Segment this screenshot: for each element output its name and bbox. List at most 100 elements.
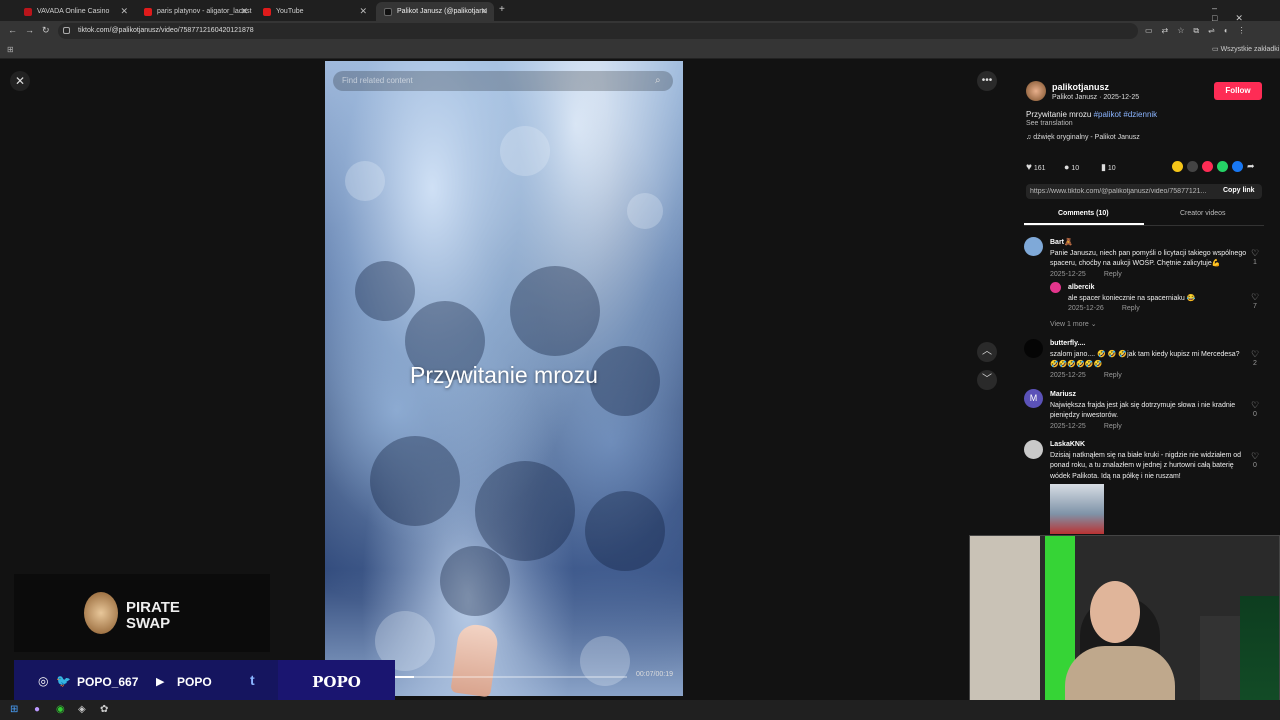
cabinet (1200, 616, 1240, 712)
post-hashtags[interactable]: #palikot #dziennik (1094, 110, 1158, 119)
site-info-icon[interactable] (63, 27, 70, 34)
close-tab-icon[interactable]: ✕ (480, 6, 488, 17)
heart-icon: ♥ (1026, 162, 1032, 173)
twitter-handle: POPO_667 (77, 675, 139, 689)
app-icon[interactable]: ✿ (100, 704, 108, 715)
sound-link[interactable]: ♫ dźwięk oryginalny - Palikot Janusz (1026, 134, 1140, 141)
nav-buttons[interactable]: ←→↻ (8, 25, 58, 36)
youtube-favicon-icon (263, 7, 271, 16)
close-tab-icon[interactable]: ✕ (120, 6, 128, 17)
more-options-icon[interactable]: ••• (977, 71, 997, 91)
reply-link[interactable]: Reply (1104, 423, 1122, 430)
share-arrow-icon[interactable]: ➦ (1247, 161, 1255, 172)
comment-like[interactable]: ♡ 2 (1248, 349, 1262, 367)
comment-text: szalom jano.... 🤣 🤣 🤣jak tam kiedy kupis… (1050, 350, 1240, 369)
send-icon[interactable] (1202, 161, 1213, 172)
comment-like-count: 7 (1253, 303, 1257, 310)
reply-item: albercik ale spacer koniecznie na spacer… (1068, 283, 1248, 315)
share-icons: ➦ (1172, 161, 1255, 172)
tab-vavada[interactable]: VAVADA Online Casino ✕ (16, 2, 134, 21)
search-icon[interactable]: ⌕ (655, 75, 661, 86)
comment-image[interactable] (1050, 484, 1104, 534)
reply-link[interactable]: Reply (1104, 372, 1122, 379)
comment-stat[interactable]: ● 10 (1064, 162, 1079, 172)
video-caption-overlay: Przywitanie mrozu (410, 362, 598, 388)
close-tab-icon[interactable]: ✕ (359, 6, 367, 17)
see-translation[interactable]: See translation (1026, 120, 1073, 127)
tab-creator-videos[interactable]: Creator videos (1180, 210, 1226, 217)
address-bar[interactable]: tiktok.com/@palikotjanusz/video/75877121… (58, 23, 1138, 39)
apps-icon[interactable]: ⊞ (7, 45, 14, 54)
comment-meta: 2025-12-25 Reply (1050, 270, 1250, 281)
taskbar: ⊞ ● ◉ ◈ ✿ (0, 700, 1280, 720)
tab-label: paris platynov - aligator_lacost (157, 8, 252, 15)
comment-item: Mariusz Największa frajda jest jak się d… (1050, 390, 1250, 432)
chevron-down-icon[interactable]: ﹀ (977, 370, 997, 390)
app-icon[interactable]: ● (34, 704, 40, 715)
reply-link[interactable]: Reply (1104, 271, 1122, 278)
comment-like[interactable]: ♡ 7 (1248, 292, 1262, 310)
comment-like[interactable]: ♡ 1 (1248, 248, 1262, 266)
extensions-icons[interactable]: ▭⇄☆⧉⇌◐⋮ (1145, 26, 1255, 36)
commenter-avatar[interactable] (1024, 440, 1043, 459)
chrome-icon[interactable]: ◉ (56, 704, 65, 715)
save-stat[interactable]: ▮ 10 (1101, 162, 1116, 173)
comment-user[interactable]: butterfly.... (1050, 339, 1250, 350)
close-icon[interactable]: ✕ (10, 71, 30, 91)
reply-link[interactable]: Reply (1122, 305, 1140, 312)
tab-comments[interactable]: Comments (10) (1058, 210, 1109, 217)
author-handle[interactable]: palikotjanusz (1052, 82, 1109, 92)
casino-favicon-icon (24, 7, 32, 16)
comment-icon: ● (1064, 162, 1070, 172)
post-caption: Przywitanie mrozu (1026, 110, 1094, 119)
facebook-icon[interactable] (1232, 161, 1243, 172)
reply-avatar[interactable] (1050, 282, 1061, 293)
close-tab-icon[interactable]: ✕ (240, 6, 248, 17)
streamer-face (1090, 581, 1140, 643)
comment-user[interactable]: LaskaKNK (1050, 440, 1250, 451)
commenter-avatar[interactable]: M (1024, 389, 1043, 408)
comment-meta: 2025-12-25 Reply (1050, 422, 1250, 433)
tab-label: Palikot Janusz (@palikotjanu (397, 8, 487, 15)
tab-youtube[interactable]: YouTube ✕ (255, 2, 373, 21)
comment-like[interactable]: ♡ 0 (1248, 451, 1262, 469)
comment-user[interactable]: Mariusz (1050, 390, 1250, 401)
start-icon[interactable]: ⊞ (10, 704, 18, 715)
youtube-handle: POPO (177, 675, 212, 689)
author-avatar[interactable] (1026, 81, 1046, 101)
related-search-input[interactable]: Find related content (333, 71, 673, 91)
comment-text: Panie Januszu, niech pan pomyśli o licyt… (1050, 249, 1247, 268)
like-stat[interactable]: ♥ 161 (1026, 162, 1046, 173)
sponsor-name: PIRATE SWAP (126, 599, 180, 632)
embed-icon[interactable] (1187, 161, 1198, 172)
instagram-icon: ◎ (38, 674, 49, 688)
copy-link-button[interactable]: Copy link (1223, 187, 1255, 194)
comment-like[interactable]: ♡ 0 (1248, 400, 1262, 418)
tab-bar: VAVADA Online Casino ✕ paris platynov - a… (0, 0, 1280, 23)
all-bookmarks[interactable]: ▭ Wszystkie zakładki (1212, 45, 1279, 53)
video-progress-bar[interactable] (395, 676, 627, 678)
follow-button[interactable]: Follow (1214, 82, 1262, 100)
comment-user[interactable]: Bart🧸 (1050, 238, 1250, 249)
new-tab-icon[interactable]: + (499, 4, 505, 15)
comment-item: LaskaKNK Dzisiaj natknąłem się na białe … (1050, 440, 1250, 482)
tab-tiktok[interactable]: Palikot Janusz (@palikotjanu ✕ (376, 2, 494, 21)
twitter-icon: 🐦 (56, 674, 71, 688)
commenter-avatar[interactable] (1024, 339, 1043, 358)
commenter-avatar[interactable] (1024, 237, 1043, 256)
whatsapp-icon[interactable] (1217, 161, 1228, 172)
tab-aligator[interactable]: paris platynov - aligator_lacost ✕ (136, 2, 254, 21)
video-time: 00:07/00:19 (636, 671, 673, 678)
chevron-up-icon[interactable]: ︿ (977, 342, 997, 362)
video-link[interactable]: https://www.tiktok.com/@palikotjanusz/vi… (1030, 188, 1216, 195)
comment-user[interactable]: albercik (1068, 283, 1248, 294)
comment-count: 10 (1071, 165, 1080, 172)
comment-date: 2025-12-25 (1050, 371, 1086, 379)
like-count: 161 (1033, 165, 1046, 172)
youtube-favicon-icon (144, 7, 152, 16)
bookmarks-bar: ⊞ ▭ Wszystkie zakładki (0, 41, 1280, 59)
app-icon[interactable]: ◈ (78, 704, 86, 715)
view-more-replies[interactable]: View 1 more ⌄ (1050, 320, 1097, 328)
emoji-icon[interactable] (1172, 161, 1183, 172)
brand-box: POPO (278, 660, 395, 705)
